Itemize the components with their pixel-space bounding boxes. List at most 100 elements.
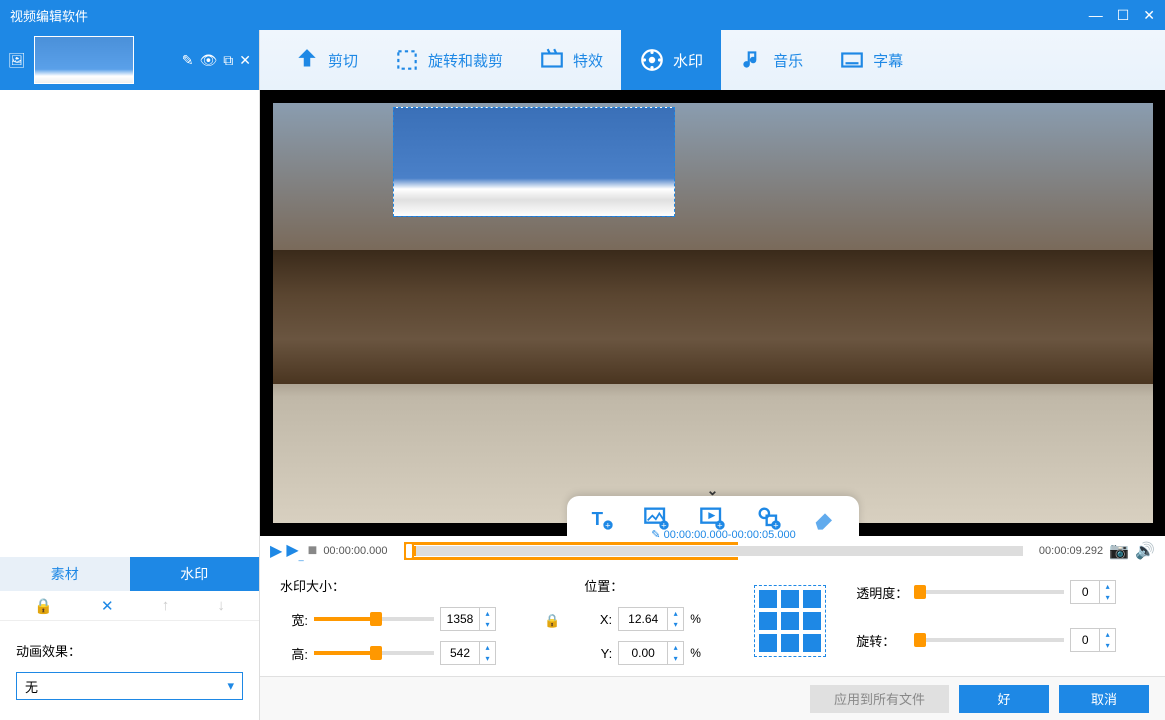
delete-icon[interactable]: ✕ — [101, 597, 114, 615]
content-area: 剪切 旋转和裁剪 特效 水印 音乐 字幕 — [260, 30, 1165, 720]
tab-effect[interactable]: 特效 — [521, 30, 621, 90]
x-up[interactable]: ▴ — [668, 608, 683, 619]
height-label: 高: — [280, 644, 308, 663]
x-spinner[interactable]: ▴▾ — [618, 607, 684, 631]
height-down[interactable]: ▾ — [480, 653, 495, 664]
tab-watermark-top[interactable]: 水印 — [621, 30, 721, 90]
delete-clip-icon[interactable]: ✕ — [239, 52, 251, 69]
bottom-buttons: 应用到所有文件 好 取消 — [260, 676, 1165, 720]
clip-list: 🖼 ✎ 👁 ⧉ ✕ — [0, 30, 259, 90]
height-up[interactable]: ▴ — [480, 642, 495, 653]
timeline: ▶ ▶_ ■ 00:00:00.000 ✎ 00:00:00.000-00:00… — [260, 536, 1165, 566]
y-spinner[interactable]: ▴▾ — [618, 641, 684, 665]
width-label: 宽: — [280, 610, 308, 629]
stop-button[interactable]: ■ — [308, 542, 318, 560]
watermark-overlay[interactable] — [393, 107, 675, 217]
tab-material[interactable]: 素材 — [0, 557, 130, 591]
play-button[interactable]: ▶ — [270, 541, 282, 561]
tab-rotate-label: 旋转和裁剪 — [428, 50, 503, 71]
move-down-icon[interactable]: ↓ — [217, 597, 225, 614]
position-grid — [754, 585, 826, 657]
width-down[interactable]: ▾ — [480, 619, 495, 630]
app-title: 视频编辑软件 — [10, 6, 1089, 25]
y-down[interactable]: ▾ — [668, 653, 683, 664]
opacity-slider[interactable] — [917, 590, 1064, 594]
ok-button[interactable]: 好 — [959, 685, 1049, 713]
tab-cut[interactable]: 剪切 — [276, 30, 376, 90]
edit-icon[interactable]: ✎ — [182, 52, 194, 69]
animation-section: 动画效果： 无 — [0, 621, 259, 720]
opacity-spinner[interactable]: ▴▾ — [1070, 580, 1116, 604]
rotate-label: 旋转： — [856, 631, 911, 650]
tab-effect-label: 特效 — [573, 50, 603, 71]
position-title: 位置： — [584, 576, 734, 595]
y-input[interactable] — [619, 646, 667, 660]
play-segment-button[interactable]: ▶_ — [286, 540, 303, 561]
width-spinner[interactable]: ▴▾ — [440, 607, 496, 631]
pos-bc[interactable] — [781, 634, 799, 652]
opacity-input[interactable] — [1071, 585, 1099, 599]
width-input[interactable] — [441, 612, 479, 626]
edit-range-icon[interactable]: ✎ 00:00:00.000-00:00:05.000 — [651, 528, 795, 541]
volume-icon[interactable]: 🔊 — [1135, 541, 1155, 561]
rotate-up[interactable]: ▴ — [1100, 629, 1115, 640]
rotate-spinner[interactable]: ▴▾ — [1070, 628, 1116, 652]
x-label: X: — [584, 612, 612, 627]
tab-rotate[interactable]: 旋转和裁剪 — [376, 30, 521, 90]
lock-aspect-icon[interactable]: 🔒 — [544, 613, 560, 629]
pos-tr[interactable] — [803, 590, 821, 608]
pos-mr[interactable] — [803, 612, 821, 630]
x-down[interactable]: ▾ — [668, 619, 683, 630]
width-slider[interactable] — [314, 617, 434, 621]
tab-music-label: 音乐 — [773, 50, 803, 71]
height-slider[interactable] — [314, 651, 434, 655]
cut-icon — [294, 47, 320, 73]
add-text-icon[interactable]: T+ — [587, 504, 615, 532]
sidebar: 🖼 ✎ 👁 ⧉ ✕ 素材 水印 🔒 ✕ ↑ ↓ 动画效果： 无 — [0, 30, 260, 720]
copy-icon[interactable]: ⧉ — [223, 52, 233, 69]
pos-tc[interactable] — [781, 590, 799, 608]
add-eraser-icon[interactable] — [811, 504, 839, 532]
titlebar: 视频编辑软件 — ☐ ✕ — [0, 0, 1165, 30]
x-input[interactable] — [619, 612, 667, 626]
snapshot-icon[interactable]: 📷 — [1109, 541, 1129, 561]
tab-subtitle-label: 字幕 — [873, 50, 903, 71]
params-area: 水印大小： 宽: ▴▾ 高: ▴▾ 🔒 位置： X: ▴▾ % — [260, 566, 1165, 676]
clip-thumbnail[interactable] — [34, 36, 134, 84]
animation-select[interactable]: 无 — [16, 672, 243, 700]
top-tabs: 剪切 旋转和裁剪 特效 水印 音乐 字幕 — [260, 30, 1165, 90]
move-up-icon[interactable]: ↑ — [162, 597, 170, 614]
animation-label: 动画效果： — [16, 641, 243, 660]
tab-watermark-label: 水印 — [673, 50, 703, 71]
cancel-button[interactable]: 取消 — [1059, 685, 1149, 713]
size-title: 水印大小： — [280, 576, 520, 595]
pos-tl[interactable] — [759, 590, 777, 608]
rotate-down[interactable]: ▾ — [1100, 640, 1115, 651]
tab-music[interactable]: 音乐 — [721, 30, 821, 90]
tab-subtitle[interactable]: 字幕 — [821, 30, 921, 90]
opacity-up[interactable]: ▴ — [1100, 581, 1115, 592]
rotate-input[interactable] — [1071, 633, 1099, 647]
timeline-track[interactable]: ✎ 00:00:00.000-00:00:05.000 — [404, 546, 1023, 556]
minimize-button[interactable]: — — [1089, 7, 1103, 24]
lock-icon[interactable]: 🔒 — [34, 597, 53, 615]
apply-all-button[interactable]: 应用到所有文件 — [810, 685, 949, 713]
effect-icon — [539, 47, 565, 73]
rotate-slider[interactable] — [917, 638, 1064, 642]
maximize-button[interactable]: ☐ — [1117, 7, 1130, 24]
rotate-icon — [394, 47, 420, 73]
y-up[interactable]: ▴ — [668, 642, 683, 653]
eye-icon[interactable]: 👁 — [199, 52, 217, 69]
height-spinner[interactable]: ▴▾ — [440, 641, 496, 665]
width-up[interactable]: ▴ — [480, 608, 495, 619]
pos-ml[interactable] — [759, 612, 777, 630]
preview-area[interactable]: T+ + + + — [260, 90, 1165, 536]
pos-br[interactable] — [803, 634, 821, 652]
close-button[interactable]: ✕ — [1143, 7, 1155, 24]
pos-bl[interactable] — [759, 634, 777, 652]
height-input[interactable] — [441, 646, 479, 660]
y-label: Y: — [584, 646, 612, 661]
opacity-down[interactable]: ▾ — [1100, 592, 1115, 603]
tab-watermark[interactable]: 水印 — [130, 557, 260, 591]
pos-mc[interactable] — [781, 612, 799, 630]
